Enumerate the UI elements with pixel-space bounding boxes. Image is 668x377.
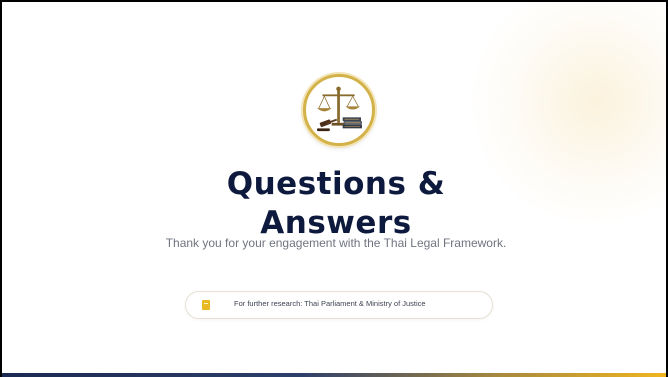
scales-of-justice-icon (303, 74, 375, 146)
slide: Questions & Thank you for your engagemen… (0, 0, 668, 377)
bottom-accent-bar (2, 373, 666, 377)
research-note-text: For further research: Thai Parliament & … (234, 299, 426, 308)
page-title-line2: Answers (260, 205, 412, 241)
page-title-line1: Questions & (226, 166, 446, 202)
research-note: For further research: Thai Parliament & … (185, 291, 493, 319)
book-icon (202, 300, 210, 310)
